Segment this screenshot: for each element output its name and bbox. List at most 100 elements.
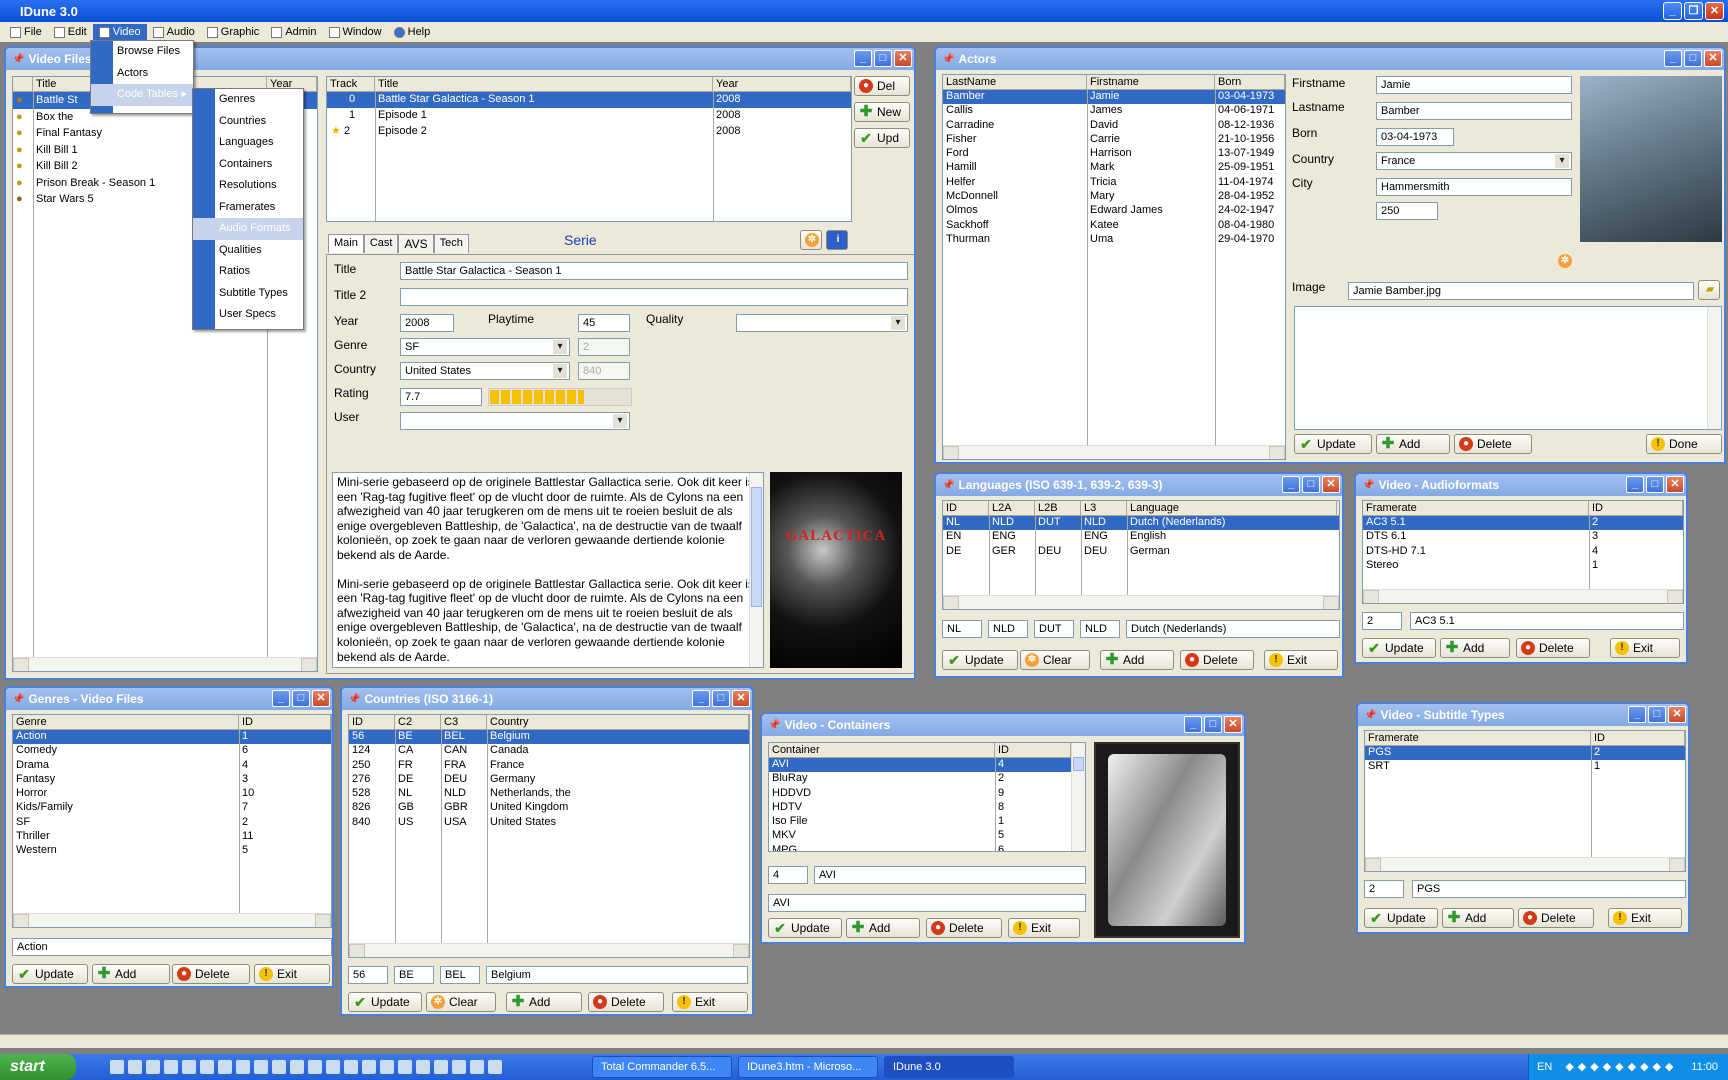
- track-row[interactable]: ★ 2 Episode 2 2008: [327, 124, 851, 140]
- close-button[interactable]: ✕: [1322, 476, 1340, 493]
- quicklaunch-icon[interactable]: [218, 1060, 232, 1074]
- menu-audio[interactable]: Audio: [147, 24, 201, 40]
- close-button[interactable]: ✕: [312, 690, 330, 707]
- photo-settings-button[interactable]: ✲: [1554, 252, 1574, 272]
- menu-item-framerates[interactable]: Framerates: [193, 197, 303, 219]
- add-button[interactable]: ✚ Add: [92, 964, 170, 984]
- country-c2-input[interactable]: BE: [394, 966, 434, 984]
- quicklaunch-icon[interactable]: [326, 1060, 340, 1074]
- close-button[interactable]: ✕: [1668, 706, 1686, 723]
- minimize-button[interactable]: _: [272, 690, 290, 707]
- col-born[interactable]: Born: [1215, 75, 1285, 89]
- minimize-button[interactable]: _: [1184, 716, 1202, 733]
- add-button[interactable]: ✚ Add: [1440, 638, 1510, 658]
- col-lastname[interactable]: LastName: [943, 75, 1087, 89]
- audioformat-row[interactable]: DTS 6.1 3: [1363, 530, 1683, 544]
- country-row[interactable]: 840 US USA United States: [349, 816, 749, 830]
- menu-graphic[interactable]: Graphic: [201, 24, 266, 40]
- container-desc-input[interactable]: AVI: [768, 894, 1086, 912]
- city-id[interactable]: 250: [1376, 202, 1438, 220]
- close-button[interactable]: ✕: [1666, 476, 1684, 493]
- horizontal-scrollbar[interactable]: [943, 595, 1339, 609]
- audioformats-grid[interactable]: Framerate ID AC3 5.1 2 DTS 6.1 3 DTS-HD 7.1 4…: [1362, 500, 1684, 604]
- containers-grid[interactable]: Container ID AVI 4 BluRay 2 HDDVD 9 HDTV 8 Iso F…: [768, 742, 1086, 852]
- maximize-button[interactable]: □: [874, 50, 892, 67]
- col-framerate[interactable]: Framerate: [1363, 501, 1589, 515]
- menu-item-qualities[interactable]: Qualities: [193, 240, 303, 262]
- col-c2[interactable]: C2: [395, 715, 441, 729]
- col-l2a[interactable]: L2A: [989, 501, 1035, 515]
- exit-button[interactable]: ! Exit: [1264, 650, 1338, 670]
- tab-tech[interactable]: Tech: [433, 234, 469, 253]
- horizontal-scrollbar[interactable]: [1363, 589, 1683, 603]
- menu-item-browse-files[interactable]: Browse Files: [91, 41, 193, 63]
- country-row[interactable]: 826 GB GBR United Kingdom: [349, 801, 749, 815]
- audioformat-row[interactable]: Stereo 1: [1363, 559, 1683, 573]
- tracks-grid[interactable]: Track Title Year 0 Battle Star Galactica …: [326, 76, 852, 222]
- lastname-input[interactable]: Bamber: [1376, 102, 1572, 120]
- menu-admin[interactable]: Admin: [265, 24, 322, 40]
- lang-id-input[interactable]: NL: [942, 620, 982, 638]
- country-id-input[interactable]: 56: [348, 966, 388, 984]
- actor-row[interactable]: Ford Harrison 13-07-1949: [943, 147, 1285, 161]
- task-total-commander[interactable]: Total Commander 6.5...: [592, 1056, 732, 1078]
- country-row[interactable]: 528 NL NLD Netherlands, the: [349, 787, 749, 801]
- close-button[interactable]: ✕: [1704, 50, 1722, 67]
- quicklaunch-icon[interactable]: [488, 1060, 502, 1074]
- update-button[interactable]: ✔ Update: [12, 964, 88, 984]
- container-name-input[interactable]: AVI: [814, 866, 1086, 884]
- genre-row[interactable]: Comedy 6: [13, 744, 331, 758]
- exit-button[interactable]: ! Exit: [672, 992, 748, 1012]
- menu-item-countries[interactable]: Countries: [193, 111, 303, 133]
- tab-avs[interactable]: AVS: [398, 234, 434, 253]
- menu-item-containers[interactable]: Containers: [193, 154, 303, 176]
- genre-row[interactable]: Kids/Family 7: [13, 801, 331, 815]
- col-firstname[interactable]: Firstname: [1087, 75, 1215, 89]
- country-row[interactable]: 56 BE BEL Belgium: [349, 730, 749, 745]
- add-button[interactable]: ✚ Add: [506, 992, 582, 1012]
- add-button[interactable]: ✚ Add: [1376, 434, 1450, 454]
- user-select[interactable]: [400, 412, 630, 430]
- add-button[interactable]: ✚ Add: [846, 918, 920, 938]
- genre-name-input[interactable]: Action: [12, 938, 332, 956]
- country-row[interactable]: 276 DE DEU Germany: [349, 773, 749, 787]
- col-id[interactable]: ID: [239, 715, 331, 729]
- audioformat-row[interactable]: DTS-HD 7.1 4: [1363, 545, 1683, 559]
- col-c3[interactable]: C3: [441, 715, 487, 729]
- quicklaunch-icon[interactable]: [452, 1060, 466, 1074]
- horizontal-scrollbar[interactable]: [13, 913, 331, 927]
- vertical-scrollbar[interactable]: [1707, 307, 1721, 429]
- delete-button[interactable]: ● Delete: [172, 964, 250, 984]
- menu-help[interactable]: Help: [388, 24, 437, 40]
- update-button[interactable]: ✔ Update: [768, 918, 842, 938]
- countries-grid[interactable]: ID C2 C3 Country 56 BE BEL Belgium 124 CA CAN C…: [348, 714, 750, 958]
- genre-select[interactable]: SF: [400, 338, 570, 356]
- close-button[interactable]: ✕: [732, 690, 750, 707]
- genre-row[interactable]: Western 5: [13, 844, 331, 858]
- start-button[interactable]: start: [0, 1054, 76, 1080]
- country-select[interactable]: United States: [400, 362, 570, 380]
- clear-button[interactable]: ✲ Clear: [426, 992, 496, 1012]
- maximize-button[interactable]: □: [1204, 716, 1222, 733]
- col-id[interactable]: ID: [1591, 731, 1685, 745]
- language-row[interactable]: EN ENG ENG English: [943, 530, 1339, 544]
- playtime-input[interactable]: 45: [578, 314, 630, 332]
- year-input[interactable]: 2008: [400, 314, 454, 332]
- container-row[interactable]: HDDVD 9: [769, 787, 1085, 801]
- horizontal-scrollbar[interactable]: [1365, 857, 1685, 871]
- quicklaunch-icon[interactable]: [290, 1060, 304, 1074]
- minimize-button[interactable]: _: [854, 50, 872, 67]
- title-input[interactable]: Battle Star Galactica - Season 1: [400, 262, 908, 280]
- update-button[interactable]: ✔ Update: [1294, 434, 1372, 454]
- maximize-button[interactable]: □: [292, 690, 310, 707]
- horizontal-scrollbar[interactable]: [943, 445, 1285, 459]
- maximize-button[interactable]: □: [1302, 476, 1320, 493]
- minimize-button[interactable]: _: [1628, 706, 1646, 723]
- quicklaunch-icon[interactable]: [398, 1060, 412, 1074]
- col-track[interactable]: Track: [327, 77, 375, 91]
- minimize-button[interactable]: _: [1664, 50, 1682, 67]
- delete-button[interactable]: ● Delete: [926, 918, 1002, 938]
- country-c3-input[interactable]: BEL: [440, 966, 480, 984]
- track-row[interactable]: 1 Episode 1 2008: [327, 108, 851, 124]
- delete-button[interactable]: ● Delete: [1516, 638, 1590, 658]
